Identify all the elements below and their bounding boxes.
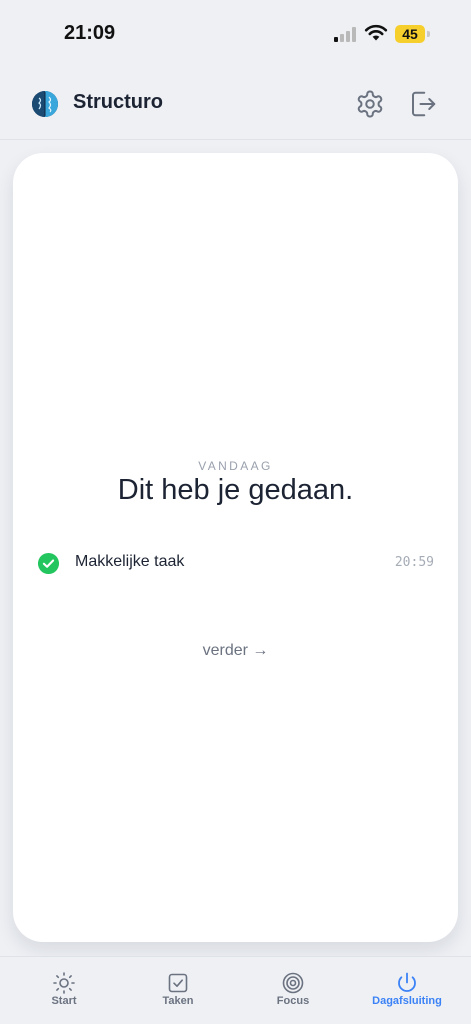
nav-label-taken: Taken xyxy=(162,995,194,1007)
nav-label-start: Start xyxy=(51,995,77,1007)
summary-title: Dit heb je gedaan. xyxy=(117,474,354,506)
app-title: Structuro xyxy=(73,91,163,113)
checkbox-icon xyxy=(168,973,188,993)
task-label: Makkelijke taak xyxy=(75,553,185,570)
nav-label-focus: Focus xyxy=(276,995,310,1007)
logout-button[interactable] xyxy=(408,89,438,119)
battery-icon: 45 xyxy=(395,25,425,43)
nav-item-dagafsluiting[interactable]: Dagafsluiting xyxy=(352,957,462,1024)
nav-item-start[interactable]: Start xyxy=(9,957,119,1024)
app-header: Structuro xyxy=(0,68,471,140)
battery-nub xyxy=(427,31,430,37)
completed-task-item: Makkelijke taak 20:59 xyxy=(37,550,434,578)
check-circle-icon xyxy=(37,552,60,575)
section-eyebrow: VANDAAG xyxy=(198,459,273,473)
settings-button[interactable] xyxy=(355,89,385,119)
nav-item-focus[interactable]: Focus xyxy=(238,957,348,1024)
brain-logo-icon xyxy=(32,91,58,117)
task-time: 20:59 xyxy=(394,555,434,570)
target-icon xyxy=(282,972,304,994)
logout-icon xyxy=(412,91,436,117)
next-button[interactable]: verder → xyxy=(13,642,458,660)
signal-icon xyxy=(334,27,356,42)
power-icon xyxy=(398,972,416,992)
status-time: 21:09 xyxy=(64,22,116,44)
bottom-nav: Start Taken Focus Dagafsluiting xyxy=(0,956,471,1024)
nav-label-dagafsluiting: Dagafsluiting xyxy=(372,995,442,1007)
gear-icon xyxy=(357,90,383,118)
day-summary-card: VANDAAG Dit heb je gedaan. Makkelijke ta… xyxy=(13,153,458,942)
sun-icon xyxy=(53,972,75,994)
status-bar: 21:09 45 xyxy=(0,0,471,68)
nav-item-taken[interactable]: Taken xyxy=(123,957,233,1024)
wifi-icon xyxy=(364,24,388,41)
battery-level: 45 xyxy=(402,26,418,42)
